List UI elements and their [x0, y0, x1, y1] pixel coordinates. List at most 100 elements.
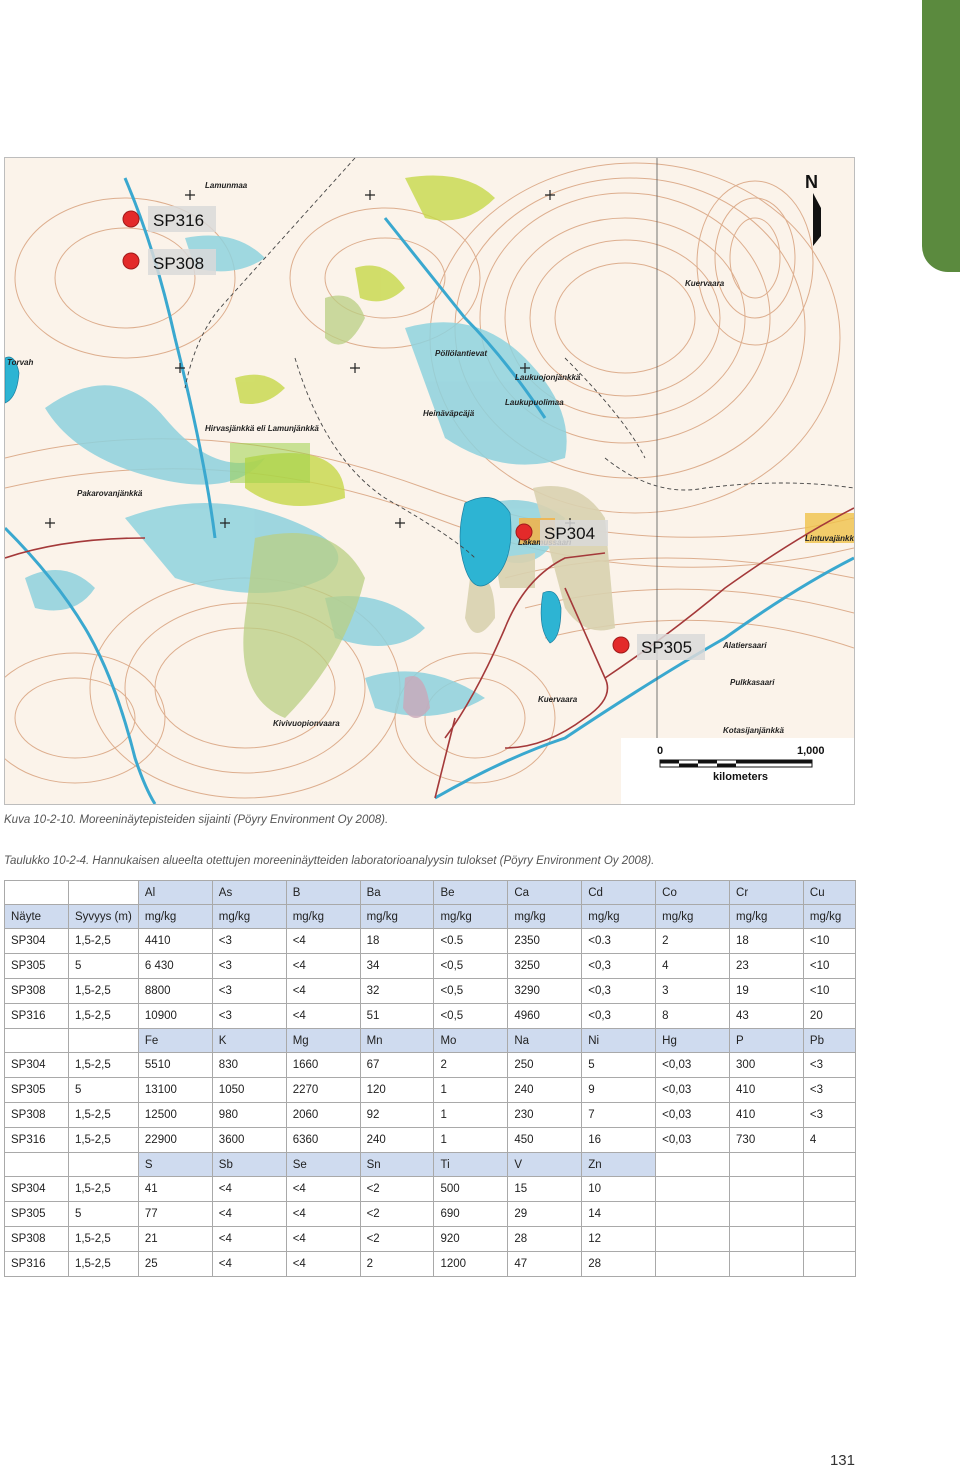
table-cell: <4	[285, 1201, 361, 1227]
table-cell: 5	[67, 1077, 139, 1103]
unit-header: mg/kg	[581, 904, 657, 929]
table-cell: 34	[359, 953, 435, 979]
element-header: Ba	[359, 880, 435, 905]
table-cell: 6 430	[137, 953, 213, 979]
table-cell: 2	[655, 928, 731, 954]
scale-bar: 0 1,000 kilometers	[621, 738, 854, 804]
element-header: As	[211, 880, 287, 905]
element-header: Fe	[137, 1028, 213, 1053]
table-cell: <10	[802, 978, 857, 1004]
section-tab	[922, 0, 960, 272]
unit-header: Syvyys (m)	[67, 904, 139, 929]
empty-cell	[802, 1176, 857, 1202]
table-cell: 32	[359, 978, 435, 1004]
table-cell: 23	[729, 953, 804, 979]
table-cell: 5	[67, 1201, 139, 1227]
table-cell: <0,03	[655, 1127, 731, 1153]
figure-caption: Kuva 10-2-10. Moreeninäytepisteiden sija…	[4, 814, 389, 826]
element-header: Zn	[581, 1152, 657, 1177]
table-cell: SP316	[4, 1127, 69, 1153]
table-cell: 67	[359, 1052, 435, 1078]
table-cell: <3	[802, 1052, 857, 1078]
analysis-results-table: Al As B Ba Be Ca Cd Co Cr Cu Näyte Syvyys (m) mg/kg m…	[4, 880, 857, 1277]
blank-cell	[67, 880, 139, 905]
empty-cell	[655, 1201, 731, 1227]
table-cell: <3	[211, 978, 287, 1004]
table-cell: <4	[211, 1176, 287, 1202]
table-cell: SP308	[4, 1102, 69, 1128]
table-cell: 690	[433, 1201, 509, 1227]
table-row: SP316 1,5-2,5 25 <4 <4 2 1200 47 28	[4, 1251, 857, 1277]
table-cell: 920	[433, 1226, 509, 1252]
element-header: Be	[433, 880, 509, 905]
table-row: SP308 1,5-2,5 12500 980 2060 92 1 230 7 <0,03 410 <…	[4, 1102, 857, 1128]
table-cell: 29	[507, 1201, 583, 1227]
blank-cell	[802, 1152, 857, 1177]
place-name: Kivivuopionvaara	[273, 719, 340, 728]
table-cell: <0,03	[655, 1077, 731, 1103]
unit-header: mg/kg	[285, 904, 361, 929]
table-cell: <4	[285, 1176, 361, 1202]
table-cell: 10900	[137, 1003, 213, 1029]
table-cell: 2060	[285, 1102, 361, 1128]
element-header: Sb	[211, 1152, 287, 1177]
element-header: B	[285, 880, 361, 905]
table-cell: 3600	[211, 1127, 287, 1153]
element-header: Al	[137, 880, 213, 905]
page-number: 131	[829, 1452, 855, 1469]
table-cell: 250	[507, 1052, 583, 1078]
unit-header: mg/kg	[802, 904, 857, 929]
place-name: Kuervaara	[685, 279, 725, 288]
table-cell: 1	[433, 1077, 509, 1103]
table-cell: 5	[581, 1052, 657, 1078]
place-name: Laukupuolimaa	[505, 398, 564, 407]
svg-text:0: 0	[657, 745, 663, 757]
unit-header-row: Näyte Syvyys (m) mg/kg mg/kg mg/kg mg/kg mg/kg…	[4, 904, 857, 929]
unit-header: mg/kg	[655, 904, 731, 929]
element-header: Cu	[802, 880, 857, 905]
table-caption: Taulukko 10-2-4. Hannukaisen alueelta ot…	[4, 855, 655, 867]
table-cell: 21	[137, 1226, 213, 1252]
table-cell: SP316	[4, 1003, 69, 1029]
element-header: Hg	[655, 1028, 731, 1053]
table-cell: 500	[433, 1176, 509, 1202]
table-cell: 43	[729, 1003, 804, 1029]
table-cell: <2	[359, 1176, 435, 1202]
table-row: SP305 5 6 430 <3 <4 34 <0,5 3250 <0,3 4 23 <10	[4, 953, 857, 979]
place-name: Heinäväpcäjä	[423, 409, 475, 418]
table-cell: 5	[67, 953, 139, 979]
table-row: SP305 5 13100 1050 2270 120 1 240 9 <0,03 410 <3	[4, 1077, 857, 1103]
table-cell: 8800	[137, 978, 213, 1004]
table-cell: <0,03	[655, 1052, 731, 1078]
table-cell: 5510	[137, 1052, 213, 1078]
table-cell: 2270	[285, 1077, 361, 1103]
table-cell: 120	[359, 1077, 435, 1103]
empty-cell	[729, 1226, 804, 1252]
table-cell: SP316	[4, 1251, 69, 1277]
table-cell: 3250	[507, 953, 583, 979]
table-cell: 2	[433, 1052, 509, 1078]
svg-text:N: N	[805, 172, 818, 192]
unit-header: mg/kg	[359, 904, 435, 929]
empty-cell	[655, 1251, 731, 1277]
sample-label: SP308	[153, 254, 204, 273]
table-cell: 18	[729, 928, 804, 954]
table-cell: 15	[507, 1176, 583, 1202]
table-cell: 20	[802, 1003, 857, 1029]
table-cell: 450	[507, 1127, 583, 1153]
table-cell: 77	[137, 1201, 213, 1227]
table-cell: SP305	[4, 1201, 69, 1227]
table-cell: <4	[211, 1201, 287, 1227]
sample-location-map: N Lamunmaa Kuervaara Pöllölantievat Lauk…	[4, 157, 855, 805]
empty-cell	[655, 1226, 731, 1252]
empty-cell	[802, 1226, 857, 1252]
table-cell: 12	[581, 1226, 657, 1252]
table-cell: 7	[581, 1102, 657, 1128]
table-cell: <0,5	[433, 1003, 509, 1029]
place-name: Laukuojonjänkkä	[515, 373, 581, 382]
table-cell: 13100	[137, 1077, 213, 1103]
table-cell: <4	[211, 1251, 287, 1277]
element-header: Ni	[581, 1028, 657, 1053]
table-cell: 1	[433, 1102, 509, 1128]
element-header: S	[137, 1152, 213, 1177]
